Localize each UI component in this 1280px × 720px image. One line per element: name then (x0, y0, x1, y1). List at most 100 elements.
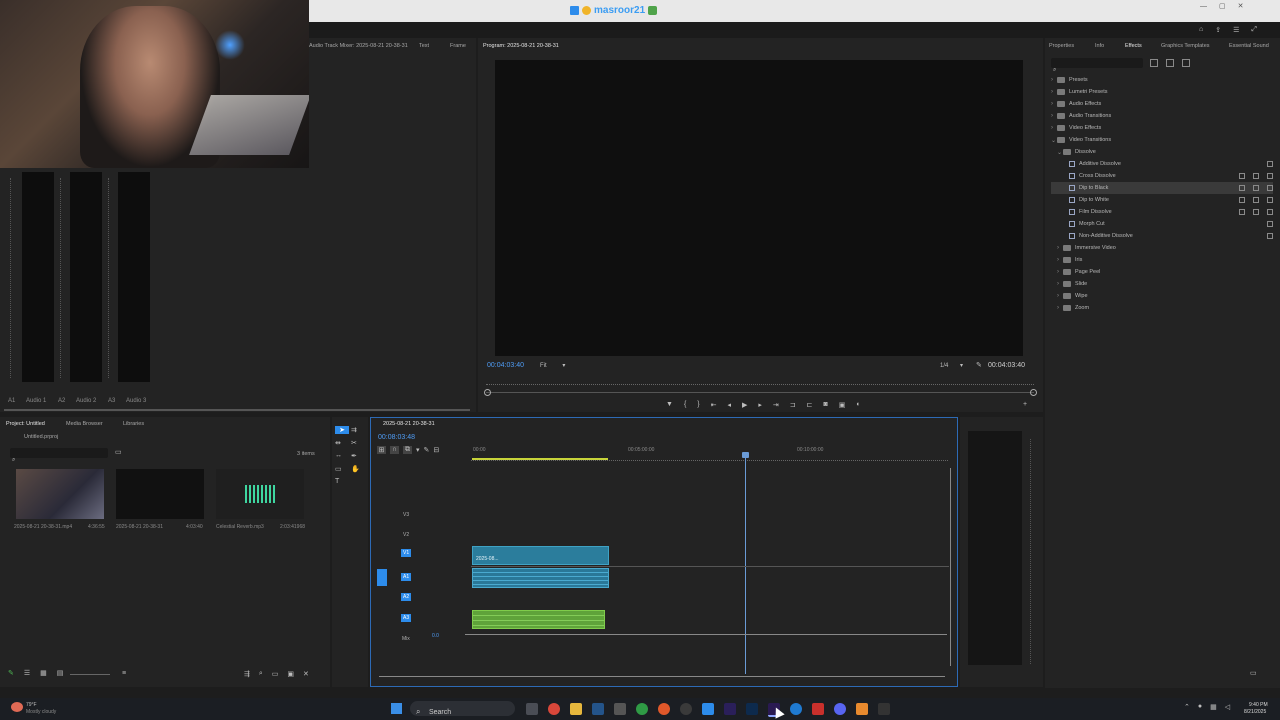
audio-clip-a1[interactable] (472, 568, 609, 588)
edge-icon[interactable] (790, 703, 802, 715)
audio-clip-a3[interactable] (472, 610, 605, 629)
home-icon[interactable]: ⌂ (1199, 26, 1203, 34)
app-icon[interactable] (702, 703, 714, 715)
lift-icon[interactable]: ⊐ (790, 401, 796, 409)
effect-folder[interactable]: › Presets (1051, 74, 1273, 86)
go-to-in-icon[interactable]: ⇤ (711, 401, 717, 409)
brave-icon[interactable] (658, 703, 670, 715)
accelerated-filter-icon[interactable] (1150, 59, 1158, 67)
pencil-icon[interactable]: ✎ (8, 669, 14, 677)
tab-info[interactable]: Info (1095, 43, 1104, 49)
file-explorer-icon[interactable] (570, 703, 582, 715)
project-item-thumbnail[interactable] (16, 469, 104, 519)
tab-essential-sound[interactable]: Essential Sound (1229, 43, 1269, 49)
track-label-v1[interactable]: V1 (401, 549, 412, 557)
tab-frame[interactable]: Frame (450, 43, 466, 49)
project-search-input[interactable]: ⌕ (10, 448, 108, 463)
linked-selection-icon[interactable]: ⧉ (403, 446, 412, 454)
yuv-filter-icon[interactable] (1182, 59, 1190, 67)
tab-effects[interactable]: Effects (1125, 43, 1142, 49)
freeform-view-icon[interactable]: ▤ (57, 669, 64, 677)
close-app-icon[interactable] (878, 703, 890, 715)
marker-icon[interactable]: ▼ (666, 401, 673, 409)
chrome-icon[interactable] (548, 703, 560, 715)
hand-tool-icon[interactable]: ✋ (351, 465, 365, 473)
pen-tool-icon[interactable]: ✒ (351, 452, 365, 460)
timeline-title[interactable]: 2025-08-21 20-38-31 (383, 421, 435, 427)
camera-icon[interactable]: ◙ (824, 401, 828, 409)
mix-value[interactable]: 0.0 (432, 633, 439, 639)
effect-folder[interactable]: ⌄ Video Transitions (1051, 134, 1273, 146)
mark-out-icon[interactable]: } (697, 401, 699, 409)
zoom-slider[interactable] (70, 674, 110, 675)
project-item-thumbnail[interactable] (116, 469, 204, 519)
network-icon[interactable]: ▦ (1210, 703, 1217, 711)
wrench-icon[interactable]: ✎ (424, 446, 430, 454)
32bit-filter-icon[interactable] (1166, 59, 1174, 67)
tab-project[interactable]: Project: Untitled (6, 421, 45, 427)
windows-start-icon[interactable] (391, 703, 402, 714)
tab-audio-track-mixer[interactable]: Audio Track Mixer: 2025-08-21 20-38-31 (309, 43, 408, 49)
go-to-out-icon[interactable]: ⇥ (773, 401, 779, 409)
photoshop-icon[interactable] (746, 703, 758, 715)
tab-libraries[interactable]: Libraries (123, 421, 144, 427)
effect-folder[interactable]: › Immersive Video (1051, 242, 1273, 254)
play-icon[interactable]: ▶ (742, 401, 747, 409)
playhead[interactable] (745, 452, 746, 674)
program-scrub-bar[interactable] (486, 392, 1034, 393)
extract-icon[interactable]: ⊏ (807, 401, 813, 409)
tab-graphics-templates[interactable]: Graphics Templates (1161, 43, 1210, 49)
fit-dropdown[interactable]: Fit ▾ (540, 362, 574, 370)
step-forward-icon[interactable]: ▸ (758, 401, 762, 409)
effect-folder[interactable]: › Zoom (1051, 302, 1273, 314)
ripple-edit-icon[interactable]: ⇹ (335, 439, 349, 447)
snap-icon[interactable]: ∩ (390, 446, 399, 454)
github-icon[interactable] (680, 703, 692, 715)
tab-text[interactable]: Text (419, 43, 429, 49)
track-select-icon[interactable]: ⇉ (351, 426, 365, 434)
effect-item[interactable]: Additive Dissolve (1051, 158, 1273, 170)
track-label-a2[interactable]: A2 (401, 593, 412, 601)
ratio-dropdown[interactable]: 1/4 ▾ (940, 362, 963, 370)
xbox-icon[interactable] (636, 703, 648, 715)
new-bin-icon[interactable]: ▭ (115, 448, 122, 456)
timeline-vertical-scrollbar[interactable] (950, 468, 951, 666)
vr-icon[interactable]: ◐ (856, 401, 860, 409)
effects-search-input[interactable]: ⌕ (1051, 58, 1143, 73)
nest-icon[interactable]: ⊞ (377, 446, 386, 454)
track-label-a3[interactable]: A3 (401, 614, 412, 622)
red-app-icon[interactable] (812, 703, 824, 715)
mic-icon[interactable]: ● (1198, 703, 1202, 711)
playhead-marker[interactable] (484, 389, 491, 396)
add-marker-icon[interactable]: ▾ (416, 446, 420, 454)
timeline-horizontal-scrollbar[interactable] (379, 676, 945, 677)
share-icon[interactable]: ⇪ (1215, 26, 1221, 34)
clock-date[interactable]: 8/21/2025 (1244, 708, 1266, 716)
effect-folder[interactable]: › Audio Effects (1051, 98, 1273, 110)
program-timecode-left[interactable]: 00:04:03:40 (487, 362, 524, 370)
effect-item[interactable]: Non-Additive Dissolve (1051, 230, 1273, 242)
list-view-icon[interactable]: ☰ (24, 669, 30, 677)
new-item-icon[interactable]: ▣ (287, 670, 294, 678)
effect-item[interactable]: Morph Cut (1051, 218, 1273, 230)
after-effects-icon[interactable] (724, 703, 736, 715)
taskbar-search[interactable]: ⌕ Search (410, 701, 515, 716)
captions-icon[interactable]: ⊟ (433, 446, 439, 454)
track-label-v3[interactable]: V3 (403, 512, 409, 518)
program-title[interactable]: Program: 2025-08-21 20-38-31 (483, 43, 559, 49)
maximize-icon[interactable]: ▢ (1219, 2, 1226, 10)
orange-app-icon[interactable] (856, 703, 868, 715)
step-back-icon[interactable]: ◂ (728, 401, 732, 409)
weather-desc[interactable]: Mostly cloudy (26, 708, 56, 716)
tab-media-browser[interactable]: Media Browser (66, 421, 103, 427)
automate-icon[interactable]: ⇶ (244, 670, 250, 678)
audio-waveform-thumbnail[interactable] (216, 469, 304, 519)
volume-icon[interactable]: ◁ (1225, 703, 1230, 711)
add-button-icon[interactable]: + (1023, 401, 1027, 408)
track-label-a1[interactable]: A1 (401, 573, 412, 581)
effect-folder[interactable]: › Lumetri Presets (1051, 86, 1273, 98)
track-label-v2[interactable]: V2 (403, 532, 409, 538)
video-clip[interactable]: 2025-08... (472, 546, 609, 565)
effect-folder[interactable]: › Video Effects (1051, 122, 1273, 134)
settings-icon[interactable]: ☰ (1233, 26, 1239, 34)
